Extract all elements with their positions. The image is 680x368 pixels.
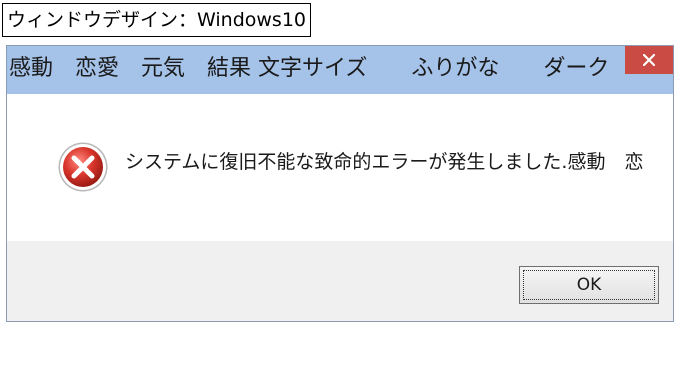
titlebar[interactable]: 感動 恋愛 元気 結果 文字サイズ ふりがな ダーク (7, 46, 673, 94)
error-message: システムに復旧不能な致命的エラーが発生しました.感動 恋 (125, 151, 644, 173)
error-icon (58, 142, 108, 192)
dialog-content: システムに復旧不能な致命的エラーが発生しました.感動 恋 (7, 94, 673, 241)
error-dialog: 感動 恋愛 元気 結果 文字サイズ ふりがな ダーク システムに復旧不能な致命的… (6, 45, 674, 322)
close-button[interactable] (625, 46, 673, 74)
design-caption: ウィンドウデザイン：Windows10 (2, 3, 311, 37)
window-title: 感動 恋愛 元気 結果 文字サイズ ふりがな ダーク (9, 56, 610, 81)
dialog-footer: OK (7, 241, 673, 321)
close-icon (642, 53, 656, 67)
ok-button[interactable]: OK (519, 266, 659, 304)
focus-rectangle (523, 270, 655, 300)
